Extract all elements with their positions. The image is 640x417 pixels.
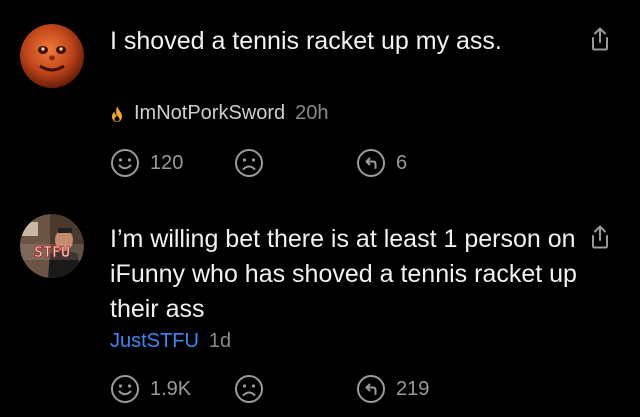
smile-button[interactable]: 1.9K: [110, 374, 191, 404]
comment-text: I’m willing bet there is at least 1 pers…: [110, 225, 577, 323]
avatar[interactable]: STFU: [20, 214, 84, 278]
share-button[interactable]: [588, 224, 612, 250]
comment-meta: JustSTFU 1d: [110, 330, 231, 353]
avatar-text: STFU: [34, 243, 70, 261]
reply-count: 219: [396, 377, 430, 400]
reply-button[interactable]: 219: [356, 374, 429, 404]
smile-count: 1.9K: [150, 377, 192, 400]
timestamp: 1d: [208, 330, 232, 352]
share-icon: [592, 225, 608, 249]
username-link[interactable]: JustSTFU: [110, 330, 199, 353]
frown-icon: [235, 375, 263, 403]
unsmile-button[interactable]: [234, 374, 274, 404]
comment-actions: 1.9K 219: [110, 374, 429, 406]
comment-2: STFU I’m willing bet there is at least 1…: [0, 0, 640, 403]
smile-icon: [111, 375, 139, 403]
reply-icon: [357, 375, 385, 403]
